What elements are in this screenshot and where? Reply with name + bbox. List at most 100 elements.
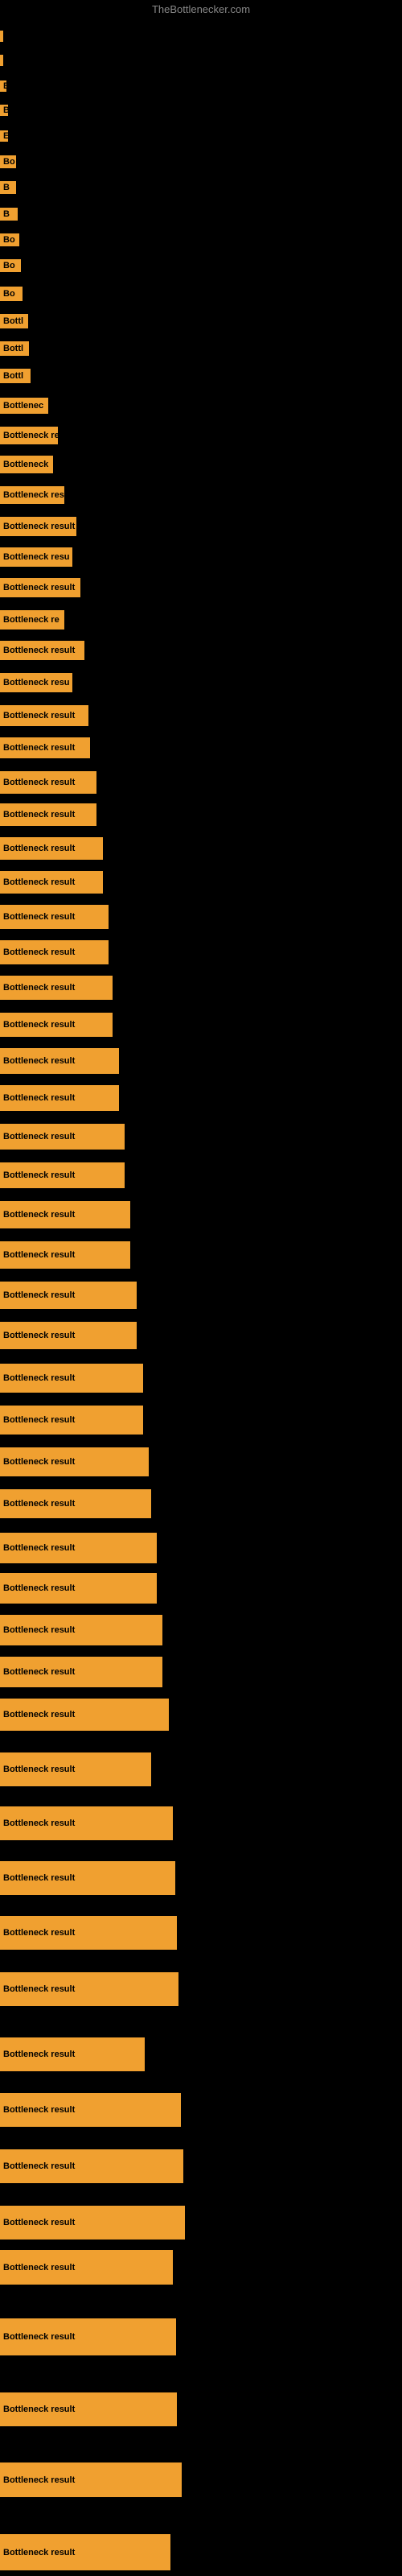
bar-label-46: Bottleneck result	[0, 1489, 151, 1518]
bar-item-34: Bottleneck result	[0, 1013, 113, 1037]
bar-item-20: Bottleneck resu	[0, 547, 72, 567]
bar-label-47: Bottleneck result	[0, 1533, 157, 1563]
bar-item-59: Bottleneck result	[0, 2149, 183, 2183]
bar-label-7: B	[0, 181, 16, 194]
bar-item-39: Bottleneck result	[0, 1201, 130, 1228]
bar-label-10: Bo	[0, 259, 21, 272]
bar-item-57: Bottleneck result	[0, 2037, 145, 2071]
bar-label-6: Bo	[0, 155, 16, 168]
bar-item-30: Bottleneck result	[0, 871, 103, 894]
bar-label-57: Bottleneck result	[0, 2037, 145, 2071]
bar-item-12: Bottl	[0, 314, 28, 328]
bar-label-40: Bottleneck result	[0, 1241, 130, 1269]
bar-label-41: Bottleneck result	[0, 1282, 137, 1309]
bar-label-38: Bottleneck result	[0, 1162, 125, 1188]
bar-label-55: Bottleneck result	[0, 1916, 177, 1950]
bar-label-11: Bo	[0, 287, 23, 301]
bar-item-63: Bottleneck result	[0, 2392, 177, 2426]
bar-label-65: Bottleneck result	[0, 2534, 170, 2570]
bar-label-37: Bottleneck result	[0, 1124, 125, 1150]
bar-item-26: Bottleneck result	[0, 737, 90, 758]
bar-item-22: Bottleneck re	[0, 610, 64, 630]
bar-item-51: Bottleneck result	[0, 1699, 169, 1731]
bar-item-17: Bottleneck	[0, 456, 53, 473]
bar-item-58: Bottleneck result	[0, 2093, 181, 2127]
bar-item-44: Bottleneck result	[0, 1406, 143, 1435]
bar-item-15: Bottlenec	[0, 398, 48, 414]
bar-label-59: Bottleneck result	[0, 2149, 183, 2183]
bar-item-61: Bottleneck result	[0, 2250, 173, 2285]
bar-item-36: Bottleneck result	[0, 1085, 119, 1111]
bar-item-10: Bo	[0, 259, 21, 272]
bar-item-2	[0, 55, 3, 66]
bar-item-28: Bottleneck result	[0, 803, 96, 826]
bar-label-44: Bottleneck result	[0, 1406, 143, 1435]
bar-item-37: Bottleneck result	[0, 1124, 125, 1150]
bar-label-15: Bottlenec	[0, 398, 48, 414]
bar-item-16: Bottleneck res	[0, 427, 58, 444]
bar-label-54: Bottleneck result	[0, 1861, 175, 1895]
bar-label-45: Bottleneck result	[0, 1447, 149, 1476]
bar-item-3: E	[0, 80, 6, 92]
bar-item-41: Bottleneck result	[0, 1282, 137, 1309]
bar-item-7: B	[0, 181, 16, 194]
bar-item-48: Bottleneck result	[0, 1573, 157, 1604]
bar-label-30: Bottleneck result	[0, 871, 103, 894]
bar-label-13: Bottl	[0, 341, 29, 356]
bar-label-8: B	[0, 208, 18, 221]
bar-label-33: Bottleneck result	[0, 976, 113, 1000]
bar-item-62: Bottleneck result	[0, 2318, 176, 2355]
bar-item-50: Bottleneck result	[0, 1657, 162, 1687]
bar-item-53: Bottleneck result	[0, 1806, 173, 1840]
bar-item-54: Bottleneck result	[0, 1861, 175, 1895]
bar-label-5: E	[0, 130, 8, 142]
bar-label-25: Bottleneck result	[0, 705, 88, 726]
bar-item-45: Bottleneck result	[0, 1447, 149, 1476]
bar-label-22: Bottleneck re	[0, 610, 64, 630]
bar-item-5: E	[0, 130, 8, 142]
bar-item-38: Bottleneck result	[0, 1162, 125, 1188]
bar-label-51: Bottleneck result	[0, 1699, 169, 1731]
bar-item-31: Bottleneck result	[0, 905, 109, 929]
bar-label-21: Bottleneck result	[0, 578, 80, 597]
bar-label-48: Bottleneck result	[0, 1573, 157, 1604]
bar-item-32: Bottleneck result	[0, 940, 109, 964]
bar-item-27: Bottleneck result	[0, 771, 96, 794]
bar-item-23: Bottleneck result	[0, 641, 84, 660]
bar-item-9: Bo	[0, 233, 19, 246]
bar-label-50: Bottleneck result	[0, 1657, 162, 1687]
bar-item-55: Bottleneck result	[0, 1916, 177, 1950]
bar-item-29: Bottleneck result	[0, 837, 103, 860]
bar-label-53: Bottleneck result	[0, 1806, 173, 1840]
bar-item-1	[0, 31, 3, 42]
bar-label-31: Bottleneck result	[0, 905, 109, 929]
bar-item-8: B	[0, 208, 18, 221]
bar-label-64: Bottleneck result	[0, 2462, 182, 2497]
bar-item-43: Bottleneck result	[0, 1364, 143, 1393]
bar-item-52: Bottleneck result	[0, 1752, 151, 1786]
bar-item-24: Bottleneck resu	[0, 673, 72, 692]
bar-label-49: Bottleneck result	[0, 1615, 162, 1645]
bar-item-60: Bottleneck result	[0, 2206, 185, 2240]
bar-item-65: Bottleneck result	[0, 2534, 170, 2570]
bar-item-18: Bottleneck resu	[0, 486, 64, 504]
bar-item-21: Bottleneck result	[0, 578, 80, 597]
bar-label-17: Bottleneck	[0, 456, 53, 473]
bar-item-40: Bottleneck result	[0, 1241, 130, 1269]
bar-label-18: Bottleneck resu	[0, 486, 64, 504]
bar-label-16: Bottleneck res	[0, 427, 58, 444]
bar-item-11: Bo	[0, 287, 23, 301]
bar-label-2	[0, 55, 3, 66]
bar-label-20: Bottleneck resu	[0, 547, 72, 567]
bar-item-6: Bo	[0, 155, 16, 168]
bar-label-56: Bottleneck result	[0, 1972, 178, 2006]
bar-item-64: Bottleneck result	[0, 2462, 182, 2497]
site-title: TheBottlenecker.com	[152, 3, 250, 15]
bar-label-9: Bo	[0, 233, 19, 246]
bar-label-52: Bottleneck result	[0, 1752, 151, 1786]
bar-label-60: Bottleneck result	[0, 2206, 185, 2240]
bar-label-61: Bottleneck result	[0, 2250, 173, 2285]
bar-item-35: Bottleneck result	[0, 1048, 119, 1074]
bar-label-32: Bottleneck result	[0, 940, 109, 964]
bar-label-29: Bottleneck result	[0, 837, 103, 860]
